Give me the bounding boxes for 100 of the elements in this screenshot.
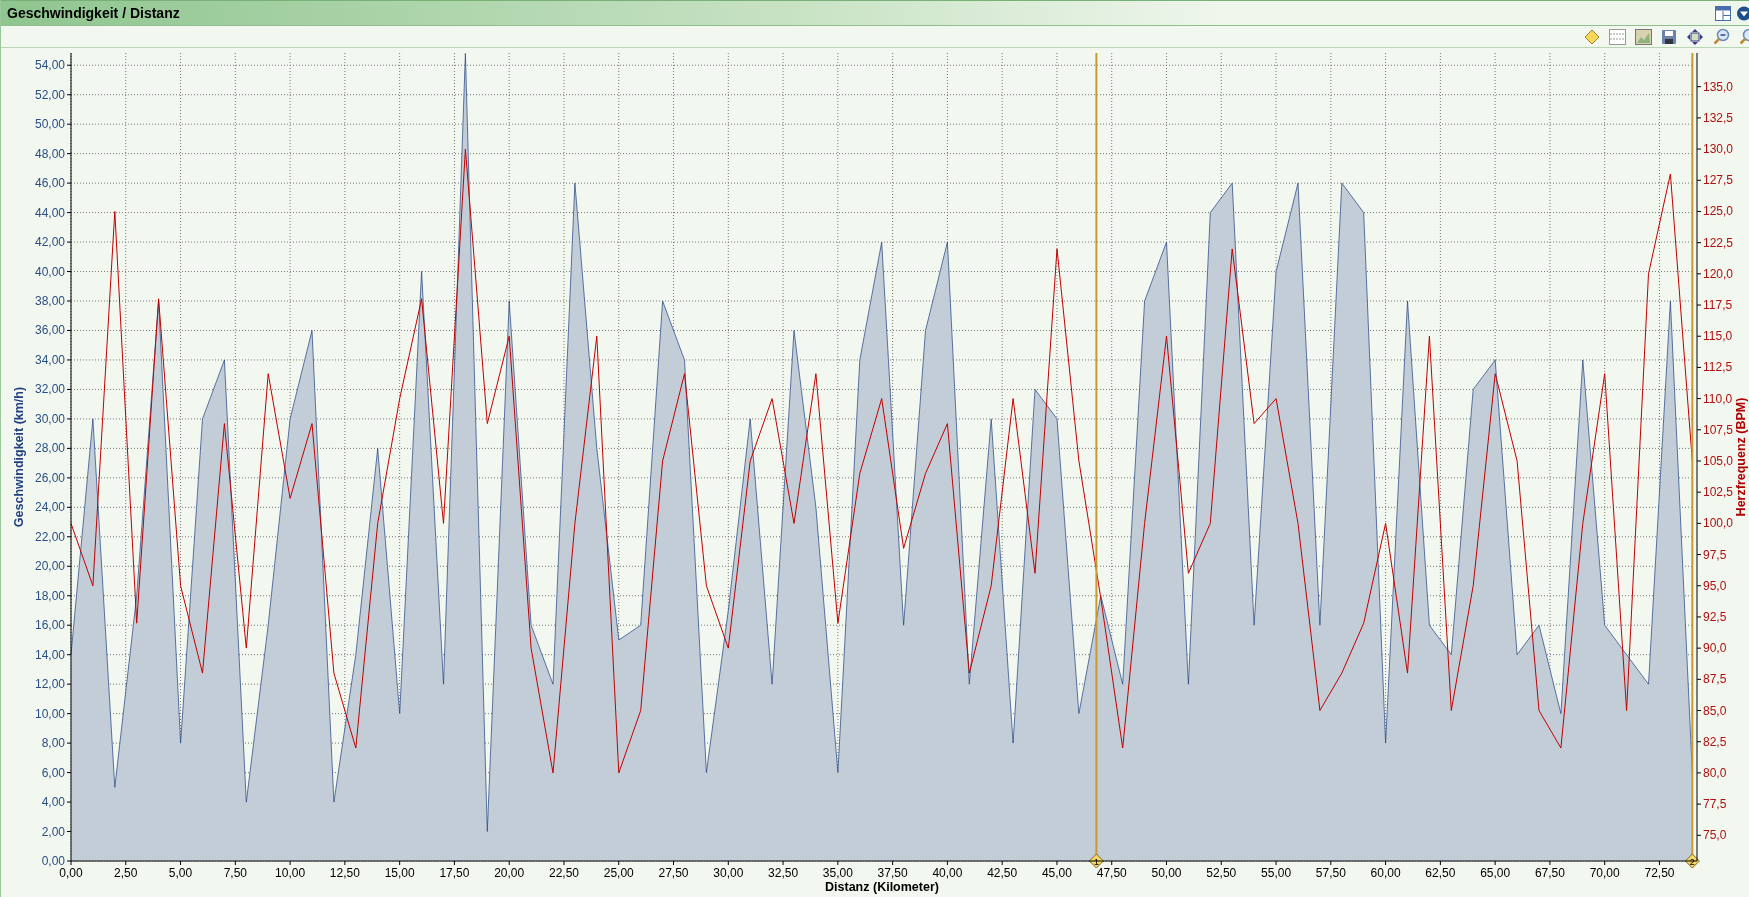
axis-tick-label: 8,00 (41, 736, 65, 751)
axis-tick-label: 32,50 (768, 866, 799, 880)
axis-tick-label: 25,00 (603, 866, 634, 880)
axis-title: Herzfrequenz (BPM) (1734, 397, 1748, 517)
layout-icon[interactable] (1715, 5, 1731, 21)
axis-tick-label: 135,0 (1703, 79, 1734, 94)
diamond-icon[interactable] (1584, 28, 1600, 45)
axis-tick-label: 12,50 (329, 866, 360, 880)
axis-tick-label: 54,00 (34, 58, 65, 73)
axis-tick-label: 22,50 (548, 866, 579, 880)
axis-tick-label: 80,0 (1703, 765, 1727, 780)
dropdown-icon[interactable] (1735, 5, 1749, 21)
axis-tick-label: 130,0 (1703, 142, 1734, 157)
axis-title: Distanz (Kilometer) (825, 880, 939, 894)
axis-tick-label: 15,00 (384, 866, 415, 880)
axis-tick-label: 6,00 (41, 765, 65, 780)
axis-tick-label: 87,5 (1703, 672, 1727, 687)
axis-tick-label: 2,50 (114, 866, 138, 880)
axis-tick-label: 82,5 (1703, 734, 1727, 749)
axis-tick-label: 30,00 (34, 411, 65, 426)
axis-tick-label: 112,5 (1703, 360, 1733, 375)
axis-tick-label: 10,00 (34, 706, 65, 721)
axis-tick-label: 67,50 (1534, 866, 1565, 880)
axis-tick-label: 42,50 (987, 866, 1018, 880)
marker-number: 1 (1093, 856, 1099, 867)
zoom-in-icon[interactable] (1739, 28, 1749, 45)
axis-tick-label: 52,00 (34, 87, 65, 102)
axis-tick-label: 0,00 (59, 866, 83, 880)
grid-icon[interactable] (1609, 28, 1626, 45)
axis-tick-label: 30,00 (713, 866, 744, 880)
axis-tick-label: 125,0 (1703, 204, 1734, 219)
axis-tick-label: 34,00 (34, 352, 65, 367)
axis-tick-label: 132,5 (1703, 110, 1734, 125)
zoom-out-icon[interactable] (1713, 28, 1730, 45)
axis-tick-label: 32,00 (34, 382, 65, 397)
axis-tick-label: 85,0 (1703, 703, 1727, 718)
axis-tick-label: 27,50 (658, 866, 689, 880)
axis-tick-label: 110,0 (1703, 391, 1733, 406)
axis-tick-label: 0,00 (41, 854, 65, 868)
axis-tick-label: 36,00 (34, 323, 65, 338)
axis-tick-label: 127,5 (1703, 173, 1734, 188)
axis-tick-label: 12,00 (34, 677, 65, 692)
axis-tick-label: 47,50 (1096, 866, 1127, 880)
axis-tick-label: 44,00 (34, 205, 65, 220)
save-icon[interactable] (1661, 28, 1677, 45)
axis-tick-label: 16,00 (34, 618, 65, 633)
axis-tick-label: 20,00 (34, 559, 65, 574)
axis-tick-label: 5,00 (168, 866, 193, 880)
axis-tick-label: 46,00 (34, 176, 65, 191)
axis-tick-label: 24,00 (34, 500, 65, 515)
axis-tick-label: 77,5 (1703, 797, 1727, 812)
area-chart-icon[interactable] (1635, 28, 1652, 45)
axis-tick-label: 105,0 (1703, 454, 1734, 468)
window-title: Geschwindigkeit / Distanz (7, 5, 180, 21)
axis-tick-label: 50,00 (1151, 866, 1182, 880)
marker-line[interactable] (1684, 52, 1700, 869)
axis-tick-label: 100,0 (1703, 516, 1734, 531)
axis-tick-label: 50,00 (34, 117, 65, 132)
axis-tick-label: 102,5 (1703, 485, 1734, 500)
axis-tick-label: 45,00 (1041, 866, 1072, 880)
axis-tick-label: 38,00 (34, 294, 65, 308)
axis-tick-label: 92,5 (1703, 609, 1727, 624)
axis-tick-label: 120,0 (1703, 266, 1734, 281)
axis-tick-label: 52,50 (1206, 866, 1237, 880)
axis-tick-label: 7,50 (223, 866, 247, 880)
axis-tick-label: 55,00 (1261, 866, 1292, 880)
axis-tick-label: 122,5 (1703, 235, 1734, 250)
marker-line[interactable] (1088, 52, 1104, 869)
axis-tick-label: 26,00 (34, 470, 65, 485)
axis-tick-label: 14,00 (34, 647, 65, 662)
axis-tick-label: 60,00 (1370, 866, 1401, 880)
axis-tick-label: 107,5 (1703, 422, 1734, 437)
axis-tick-label: 115,0 (1703, 329, 1733, 344)
axis-tick-label: 65,00 (1480, 866, 1511, 880)
axis-tick-label: 40,00 (34, 264, 65, 279)
axis-tick-label: 57,50 (1315, 866, 1346, 880)
axis-tick-label: 22,00 (34, 529, 65, 544)
marker-number: 2 (1689, 856, 1695, 867)
axis-tick-label: 28,00 (34, 441, 65, 456)
fit-icon[interactable] (1686, 27, 1704, 46)
axis-title: Geschwindigkeit (km/h) (12, 386, 26, 528)
axis-tick-label: 70,00 (1589, 866, 1620, 880)
axis-tick-label: 20,00 (494, 866, 525, 880)
axis-tick-label: 72,50 (1644, 866, 1675, 880)
axis-tick-label: 117,5 (1703, 298, 1733, 313)
axis-tick-label: 62,50 (1425, 866, 1456, 880)
axis-tick-label: 42,00 (34, 235, 65, 250)
axis-tick-label: 10,00 (275, 866, 306, 880)
axis-tick-label: 75,0 (1703, 828, 1727, 843)
axis-tick-label: 97,5 (1703, 547, 1727, 562)
axis-tick-label: 18,00 (34, 588, 65, 603)
axis-tick-label: 90,0 (1703, 641, 1727, 656)
axis-tick-label: 4,00 (41, 795, 65, 810)
axis-tick-label: 40,00 (932, 866, 963, 880)
axis-tick-label: 17,50 (439, 866, 470, 880)
axis-tick-label: 95,0 (1703, 578, 1727, 593)
axis-tick-label: 35,00 (822, 866, 853, 880)
axis-tick-label: 37,50 (877, 866, 908, 880)
axis-tick-label: 48,00 (34, 146, 65, 161)
axis-tick-label: 2,00 (41, 824, 65, 839)
